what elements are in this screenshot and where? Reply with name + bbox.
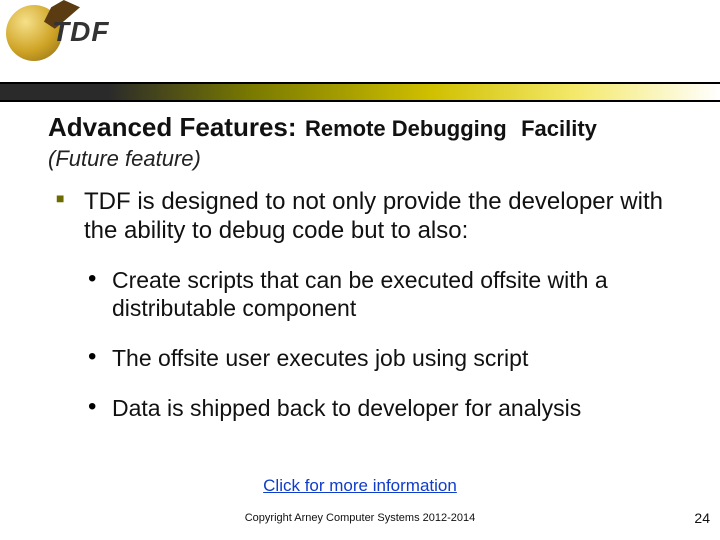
title-main: Advanced Features: xyxy=(48,112,297,142)
more-info-link[interactable]: Click for more information xyxy=(263,476,457,495)
copyright-text: Copyright Arney Computer Systems 2012-20… xyxy=(0,512,720,524)
page-number: 24 xyxy=(694,510,710,526)
logo-text: TDF xyxy=(52,16,109,48)
title-sub-b: Facility xyxy=(521,116,597,141)
slide-subtitle: (Future feature) xyxy=(48,146,201,172)
content-area: TDF is designed to not only provide the … xyxy=(52,188,672,444)
divider xyxy=(0,100,720,102)
bullet-text: Data is shipped back to developer for an… xyxy=(112,395,581,421)
bullet-text: TDF is designed to not only provide the … xyxy=(84,188,663,244)
header-band: TDF xyxy=(0,0,720,100)
bullet-text: The offsite user executes job using scri… xyxy=(112,345,528,371)
slide: TDF Advanced Features: Remote Debugging … xyxy=(0,0,720,540)
bullet-text: Create scripts that can be executed offs… xyxy=(112,267,608,321)
bullet-list: TDF is designed to not only provide the … xyxy=(52,188,672,422)
slide-title: Advanced Features: Remote Debugging Faci… xyxy=(48,112,688,143)
more-info-link-wrap: Click for more information xyxy=(0,476,720,496)
list-item: Create scripts that can be executed offs… xyxy=(84,266,672,322)
title-sub-a: Remote Debugging xyxy=(305,116,507,141)
list-item: The offsite user executes job using scri… xyxy=(84,344,672,372)
accent-bar xyxy=(0,84,720,100)
list-item: Data is shipped back to developer for an… xyxy=(84,394,672,422)
logo: TDF xyxy=(6,2,126,82)
list-item: TDF is designed to not only provide the … xyxy=(52,188,672,422)
sub-bullet-list: Create scripts that can be executed offs… xyxy=(84,266,672,422)
